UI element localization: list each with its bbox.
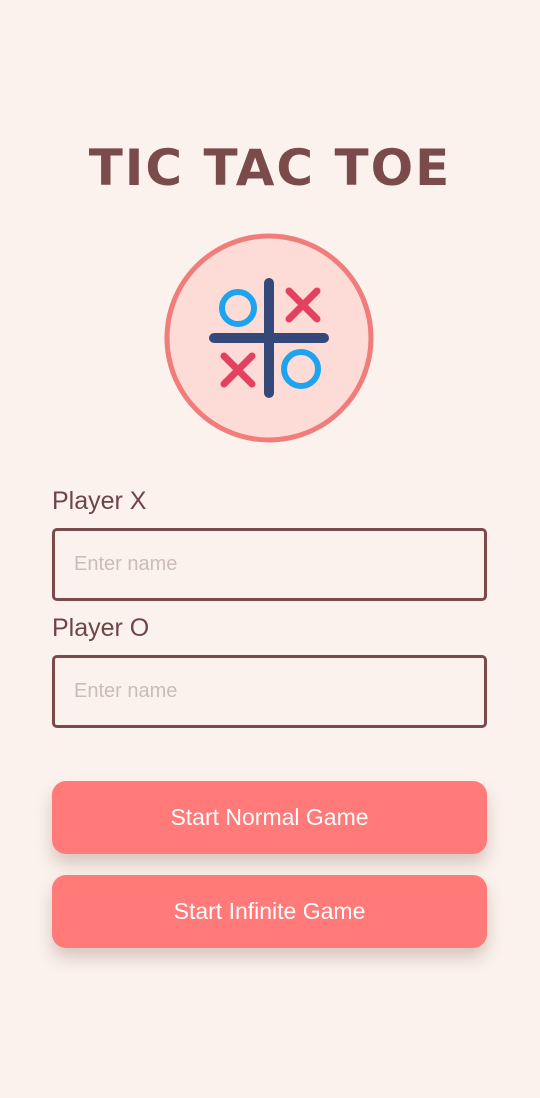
player-o-label: Player O <box>52 614 150 642</box>
player-x-name-input[interactable] <box>52 528 487 601</box>
start-infinite-game-button[interactable]: Start Infinite Game <box>52 875 487 948</box>
page-title: TIC TAC TOE <box>88 139 452 197</box>
player-o-name-input[interactable] <box>52 655 487 728</box>
tic-tac-toe-logo-icon <box>164 233 374 443</box>
player-x-label: Player X <box>52 487 147 515</box>
start-normal-game-button[interactable]: Start Normal Game <box>52 781 487 854</box>
